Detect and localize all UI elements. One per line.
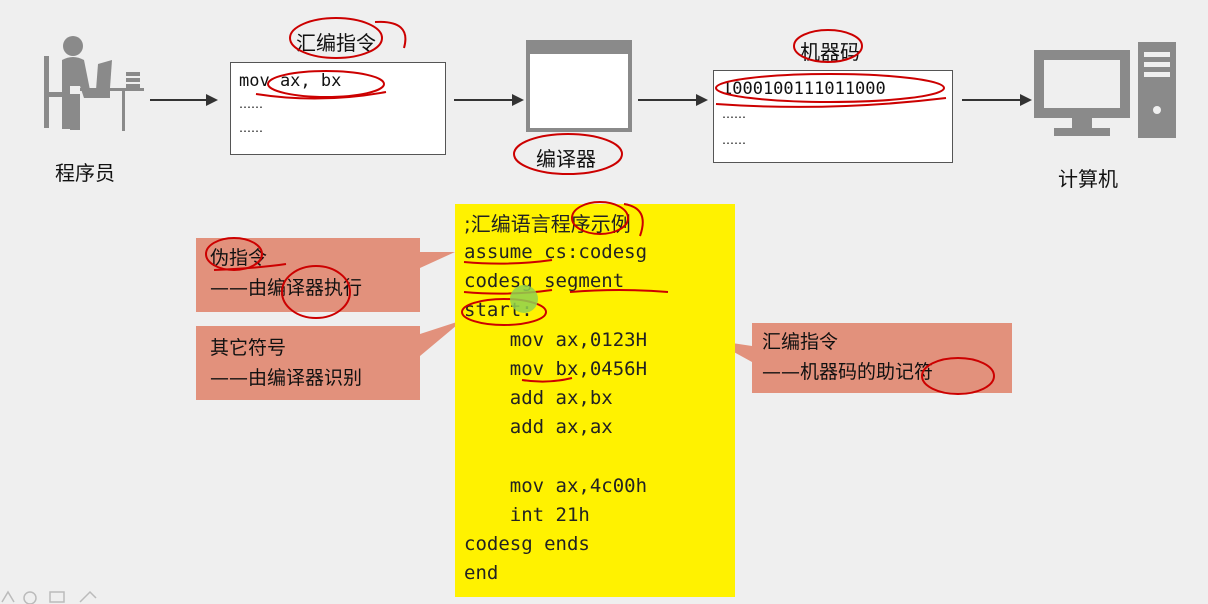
annotation-underline	[463, 259, 553, 265]
annotation-circle	[281, 265, 351, 319]
annotation-underline	[569, 289, 669, 293]
pen-toolbar-icon[interactable]	[0, 588, 110, 604]
annotation-circle	[267, 70, 385, 98]
annotation-circle	[921, 357, 995, 395]
pointer-dot-icon	[510, 285, 538, 313]
annotation-circle	[289, 17, 383, 59]
annotation-underline	[213, 263, 287, 271]
annotation-underline	[521, 377, 573, 383]
annotation-circle	[571, 201, 629, 235]
annotation-circle	[513, 133, 623, 175]
annotation-circle	[715, 73, 945, 103]
red-annotations	[205, 17, 995, 395]
annotation-circle	[205, 237, 263, 271]
annotation-circle	[793, 29, 863, 63]
